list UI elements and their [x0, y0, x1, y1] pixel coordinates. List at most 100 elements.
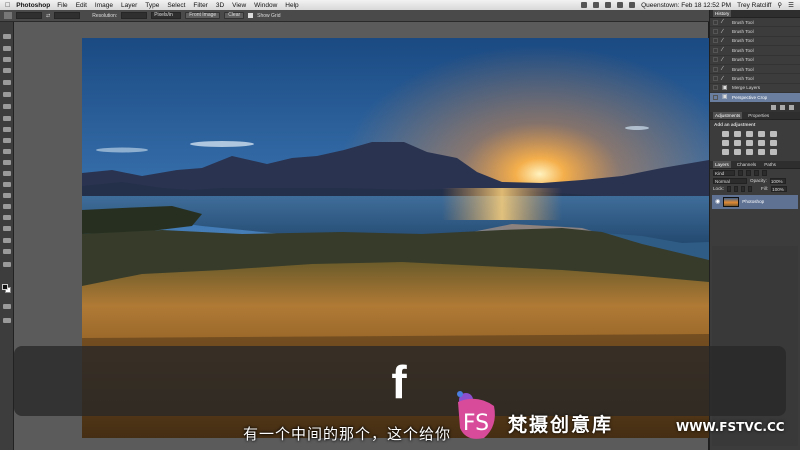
new-document-icon[interactable]: [771, 104, 776, 110]
hue-saturation-icon[interactable]: [722, 139, 729, 146]
snapshot-checkbox[interactable]: [713, 38, 718, 44]
status-icon[interactable]: [593, 2, 600, 8]
tab-properties[interactable]: Properties: [746, 112, 771, 119]
snapshot-checkbox[interactable]: [713, 94, 718, 100]
height-field[interactable]: [54, 12, 81, 19]
history-item[interactable]: ∕ Brush Tool: [710, 27, 800, 37]
menu-help[interactable]: Help: [285, 2, 298, 9]
width-field[interactable]: [16, 12, 42, 19]
menu-filter[interactable]: Filter: [193, 2, 207, 9]
list-icon[interactable]: ☰: [788, 1, 794, 9]
lock-pixels-icon[interactable]: [733, 185, 738, 192]
history-item[interactable]: ∕ Brush Tool: [710, 56, 800, 65]
camera-icon[interactable]: [780, 104, 785, 110]
history-item[interactable]: ∕ Brush Tool: [710, 18, 800, 28]
threshold-icon[interactable]: [746, 148, 753, 155]
snapshot-checkbox[interactable]: [713, 47, 718, 53]
history-item[interactable]: ∕ Brush Tool: [710, 46, 800, 56]
shape-tool-icon[interactable]: [3, 226, 11, 231]
invert-icon[interactable]: [722, 148, 729, 155]
selective-color-icon[interactable]: [758, 148, 765, 155]
status-icon[interactable]: [581, 2, 588, 8]
history-item-selected[interactable]: ▣ Perspective Crop: [710, 93, 800, 103]
type-tool-icon[interactable]: [3, 204, 11, 209]
blur-tool-icon[interactable]: [3, 171, 11, 176]
photo-filter-icon[interactable]: [758, 139, 765, 146]
more-tools-icon[interactable]: [3, 262, 11, 267]
color-balance-icon[interactable]: [734, 139, 741, 146]
filter-shape-icon[interactable]: [762, 169, 767, 176]
tab-paths[interactable]: Paths: [762, 161, 778, 168]
filter-pixel-icon[interactable]: [738, 169, 743, 176]
history-brush-tool-icon[interactable]: [3, 138, 11, 143]
volume-icon[interactable]: [629, 2, 636, 8]
menu-type[interactable]: Type: [145, 2, 159, 9]
layer-name[interactable]: Photoshop: [742, 199, 764, 204]
wifi-icon[interactable]: [617, 2, 624, 8]
show-grid-checkbox[interactable]: [248, 13, 254, 18]
lock-all-icon[interactable]: [747, 185, 752, 192]
lasso-tool-icon[interactable]: [3, 57, 11, 62]
status-icon[interactable]: [605, 2, 612, 8]
menu-layer[interactable]: Layer: [121, 2, 137, 9]
quick-select-tool-icon[interactable]: [3, 68, 11, 73]
marquee-tool-icon[interactable]: [3, 46, 11, 51]
kind-filter-select[interactable]: Kind: [713, 169, 735, 176]
eraser-tool-icon[interactable]: [3, 149, 11, 154]
user-name[interactable]: Trey Ratcliff: [737, 2, 771, 9]
posterize-icon[interactable]: [734, 148, 741, 155]
tab-layers[interactable]: Layers: [713, 160, 731, 168]
curves-icon[interactable]: [746, 130, 753, 137]
opacity-field[interactable]: 100%: [769, 177, 786, 184]
blend-mode-select[interactable]: Normal: [713, 177, 747, 184]
visibility-eye-icon[interactable]: ◉: [715, 198, 720, 205]
tab-channels[interactable]: Channels: [735, 161, 758, 168]
history-item[interactable]: ▣ Merge Layers: [710, 84, 800, 94]
gradient-tool-icon[interactable]: [3, 160, 11, 165]
trash-icon[interactable]: [789, 104, 794, 110]
vibrance-icon[interactable]: [770, 130, 777, 137]
tab-history[interactable]: History: [713, 10, 732, 17]
zoom-tool-icon[interactable]: [3, 249, 11, 254]
menu-file[interactable]: File: [57, 2, 67, 9]
menu-edit[interactable]: Edit: [76, 2, 87, 9]
clear-button[interactable]: Clear: [224, 12, 245, 19]
hand-tool-icon[interactable]: [3, 238, 11, 243]
snapshot-checkbox[interactable]: [713, 76, 718, 82]
fill-field[interactable]: 100%: [771, 185, 788, 192]
search-icon[interactable]: ⚲: [777, 1, 782, 9]
exposure-icon[interactable]: [758, 130, 765, 137]
levels-icon[interactable]: [734, 130, 741, 137]
channel-mixer-icon[interactable]: [770, 139, 777, 146]
path-select-tool-icon[interactable]: [3, 215, 11, 220]
brush-tool-icon[interactable]: [3, 116, 11, 121]
filter-adjust-icon[interactable]: [746, 169, 751, 176]
snapshot-checkbox[interactable]: [713, 19, 718, 25]
gradient-map-icon[interactable]: [770, 148, 777, 155]
layer-row[interactable]: ◉ Photoshop: [712, 194, 798, 209]
front-image-button[interactable]: Front Image: [185, 12, 221, 19]
snapshot-checkbox[interactable]: [713, 85, 718, 91]
resolution-field[interactable]: [121, 12, 148, 19]
dodge-tool-icon[interactable]: [3, 182, 11, 187]
swap-icon[interactable]: ⇄: [46, 13, 50, 19]
clock-text[interactable]: Queenstown: Feb 18 12:52 PM: [641, 2, 731, 9]
crop-tool-icon[interactable]: [4, 12, 12, 19]
menu-select[interactable]: Select: [167, 2, 185, 9]
units-select[interactable]: Pixels/in: [151, 12, 182, 19]
snapshot-checkbox[interactable]: [713, 66, 718, 72]
history-item[interactable]: ∕ Brush Tool: [710, 37, 800, 47]
menu-3d[interactable]: 3D: [216, 2, 224, 9]
black-white-icon[interactable]: [746, 139, 753, 146]
menu-window[interactable]: Window: [254, 2, 277, 9]
apple-icon[interactable]: : [5, 2, 10, 9]
move-tool-icon[interactable]: [3, 34, 11, 39]
pen-tool-icon[interactable]: [3, 193, 11, 198]
clone-stamp-tool-icon[interactable]: [3, 127, 11, 132]
snapshot-checkbox[interactable]: [713, 29, 718, 35]
quick-mask-icon[interactable]: [3, 304, 11, 309]
menu-view[interactable]: View: [232, 2, 246, 9]
lock-position-icon[interactable]: [740, 185, 745, 192]
foreground-color-swatch[interactable]: [2, 284, 8, 290]
lock-transparency-icon[interactable]: [726, 185, 731, 192]
